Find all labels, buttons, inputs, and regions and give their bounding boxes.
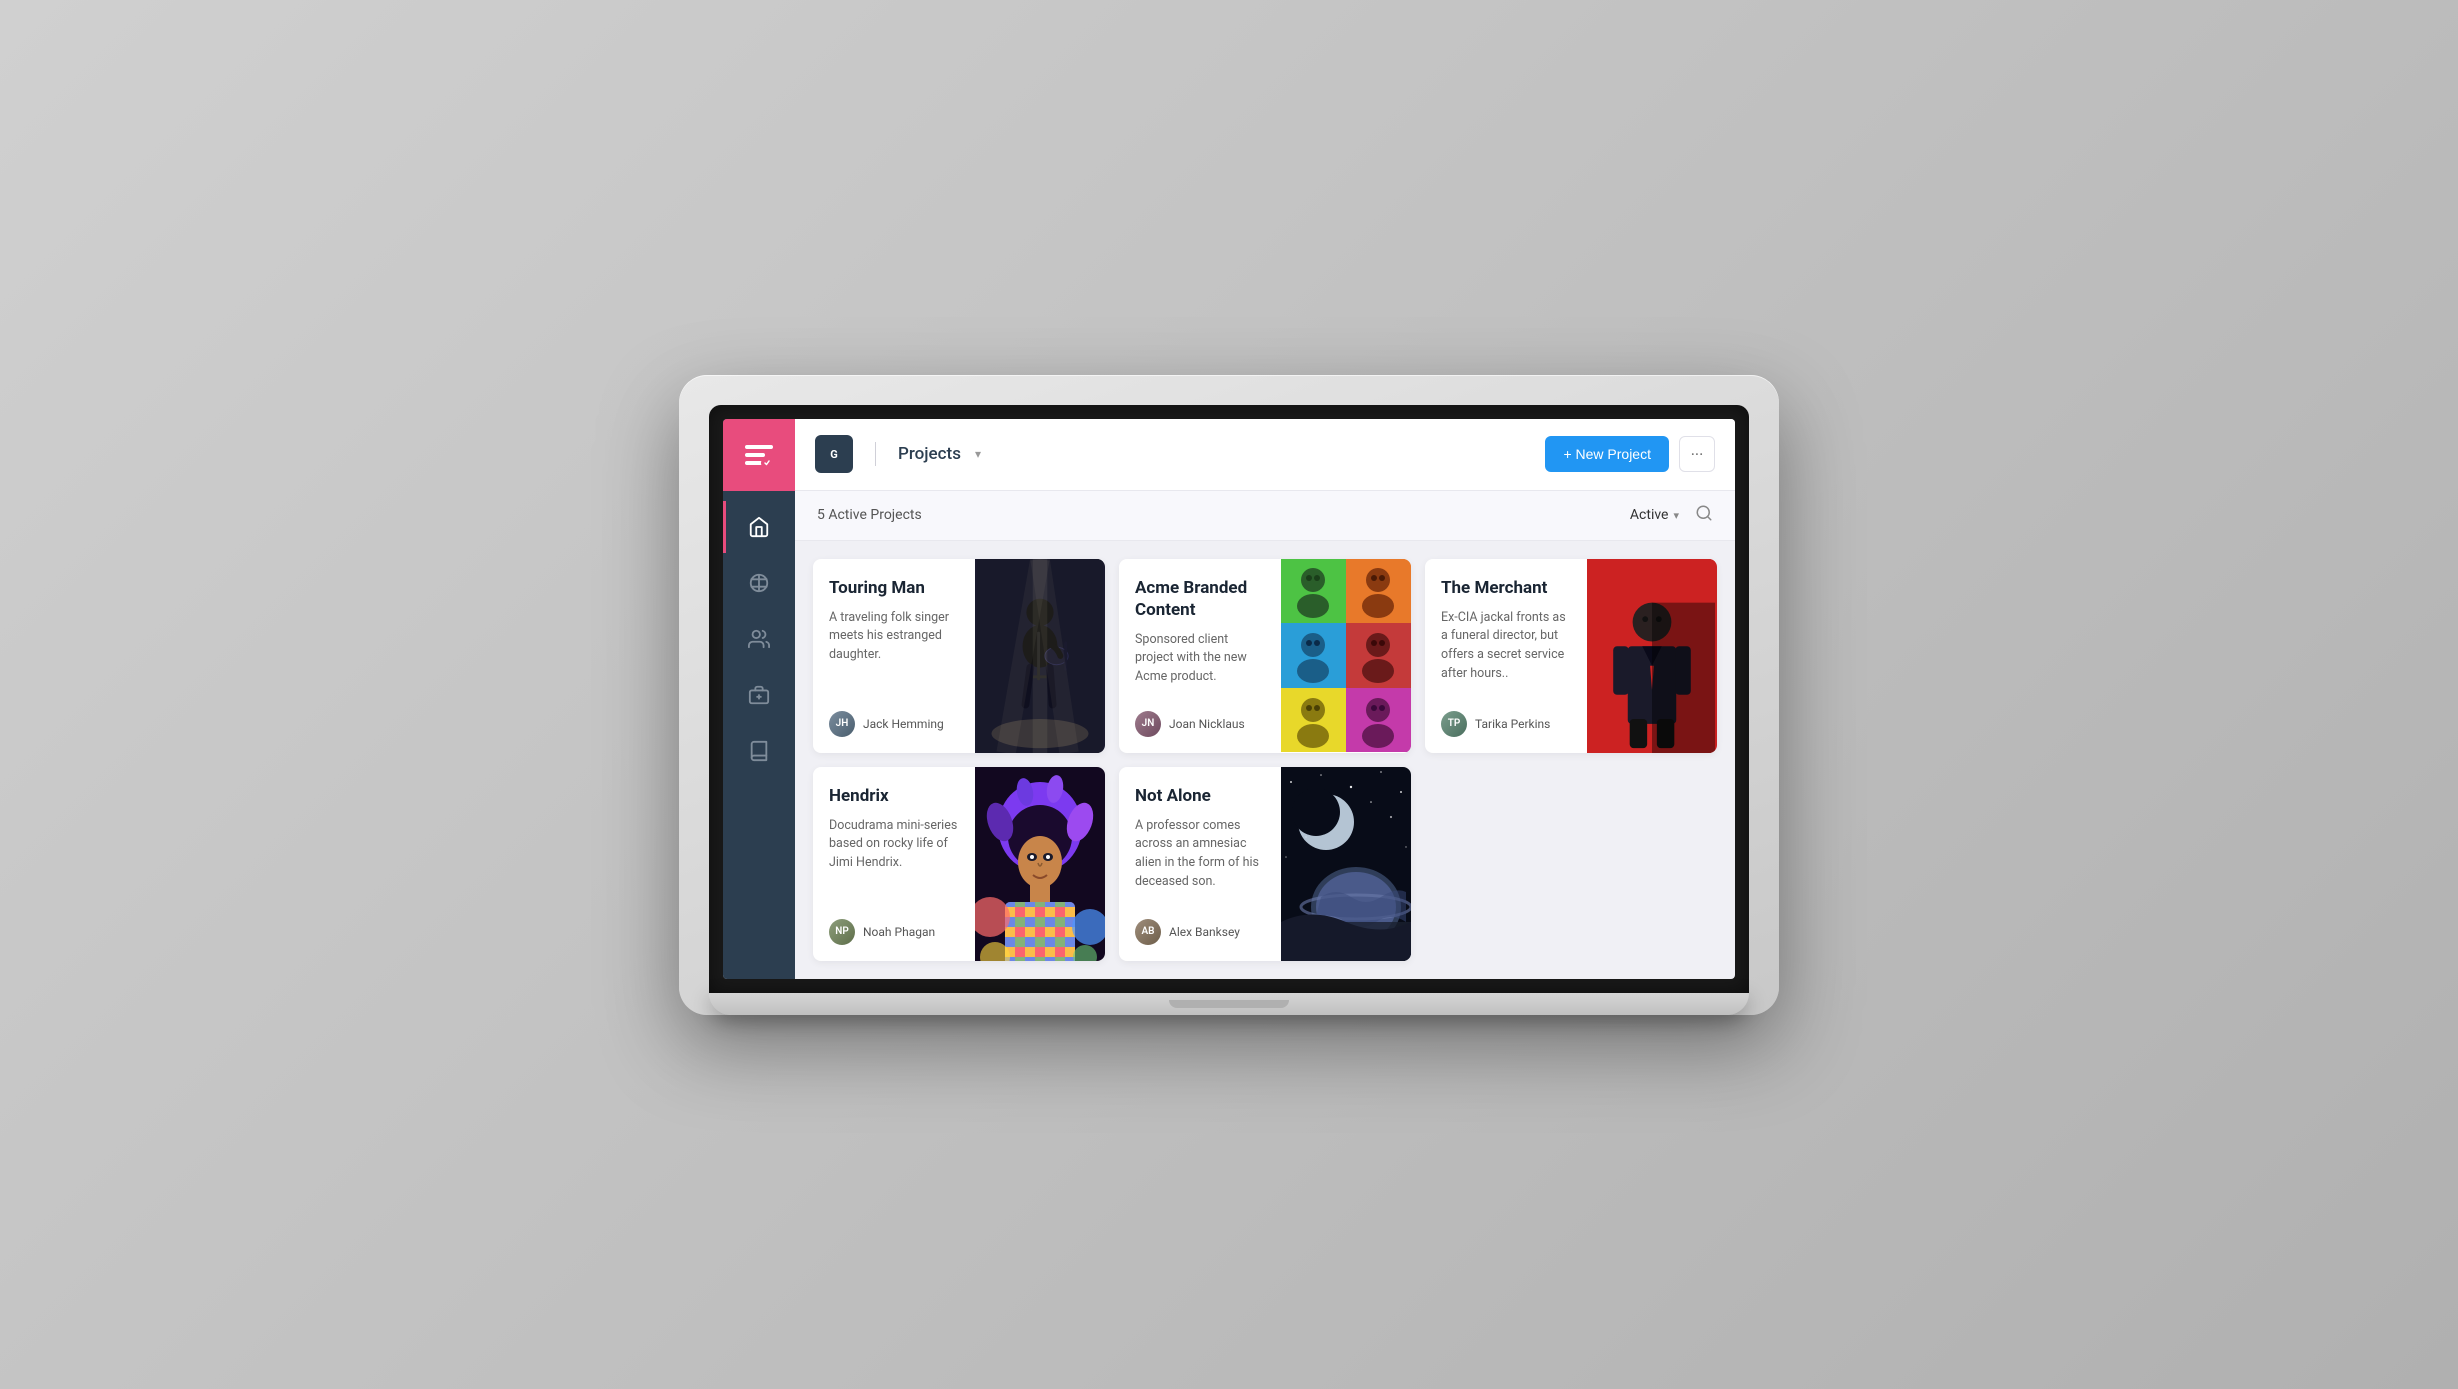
sidebar-item-users[interactable] <box>723 613 795 665</box>
status-filter[interactable]: Active ▾ <box>1630 507 1679 523</box>
project-card-info: Not Alone A professor comes across an am… <box>1119 767 1281 961</box>
project-author: JN Joan Nicklaus <box>1135 711 1265 737</box>
filter-chevron-icon: ▾ <box>1673 509 1679 522</box>
author-avatar: NP <box>829 919 855 945</box>
laptop-notch <box>1169 1000 1289 1008</box>
project-author: TP Tarika Perkins <box>1441 711 1571 737</box>
projects-grid: Touring Man A traveling folk singer meet… <box>795 541 1735 979</box>
filter-label: Active <box>1630 507 1669 523</box>
project-image-hendrix <box>975 767 1105 961</box>
project-card-acme[interactable]: Acme Branded Content Sponsored client pr… <box>1119 559 1411 753</box>
project-description: Docudrama mini-series based on rocky lif… <box>829 817 959 905</box>
header-separator <box>875 442 876 466</box>
project-card-info: Hendrix Docudrama mini-series based on r… <box>813 767 975 961</box>
project-image-acme <box>1281 559 1411 753</box>
subheader: 5 Active Projects Active ▾ <box>795 491 1735 541</box>
project-image-touring-man <box>975 559 1105 753</box>
sidebar-logo[interactable] <box>723 419 795 491</box>
sidebar-navigation <box>723 491 795 777</box>
sidebar-item-book[interactable] <box>723 725 795 777</box>
more-options-button[interactable]: ··· <box>1679 436 1715 472</box>
main-content: G Projects ▾ + New Project ··· 5 Active … <box>795 419 1735 979</box>
project-title: Touring Man <box>829 577 959 599</box>
project-author: JH Jack Hemming <box>829 711 959 737</box>
sidebar-item-vip[interactable] <box>723 669 795 721</box>
project-author: NP Noah Phagan <box>829 919 959 945</box>
author-avatar: TP <box>1441 711 1467 737</box>
search-button[interactable] <box>1695 504 1713 526</box>
project-card-info: The Merchant Ex-CIA jackal fronts as a f… <box>1425 559 1587 753</box>
author-name: Alex Banksey <box>1169 925 1240 939</box>
project-title: The Merchant <box>1441 577 1571 599</box>
project-author: AB Alex Banksey <box>1135 919 1265 945</box>
page-title: Projects <box>898 444 961 464</box>
brand-logo: G <box>815 435 853 473</box>
project-title: Not Alone <box>1135 785 1265 807</box>
project-image-merchant <box>1587 559 1717 753</box>
author-avatar: JN <box>1135 711 1161 737</box>
project-image-not-alone <box>1281 767 1411 961</box>
project-title: Acme Branded Content <box>1135 577 1265 621</box>
title-chevron-icon: ▾ <box>975 447 981 461</box>
projects-count-label: 5 Active Projects <box>817 507 922 523</box>
project-description: A traveling folk singer meets his estran… <box>829 609 959 697</box>
project-card-touring-man[interactable]: Touring Man A traveling folk singer meet… <box>813 559 1105 753</box>
project-card-info: Touring Man A traveling folk singer meet… <box>813 559 975 753</box>
project-description: Sponsored client project with the new Ac… <box>1135 631 1265 697</box>
header-brand: G Projects ▾ <box>815 435 981 473</box>
project-description: Ex-CIA jackal fronts as a funeral direct… <box>1441 609 1571 697</box>
project-title: Hendrix <box>829 785 959 807</box>
project-card-not-alone[interactable]: Not Alone A professor comes across an am… <box>1119 767 1411 961</box>
sidebar-item-grid[interactable] <box>723 557 795 609</box>
author-avatar: AB <box>1135 919 1161 945</box>
project-description: A professor comes across an amnesiac ali… <box>1135 817 1265 905</box>
new-project-button[interactable]: + New Project <box>1545 436 1669 472</box>
sidebar <box>723 419 795 979</box>
header: G Projects ▾ + New Project ··· <box>795 419 1735 491</box>
project-card-merchant[interactable]: The Merchant Ex-CIA jackal fronts as a f… <box>1425 559 1717 753</box>
author-name: Tarika Perkins <box>1475 717 1550 731</box>
author-name: Noah Phagan <box>863 925 935 939</box>
project-card-info: Acme Branded Content Sponsored client pr… <box>1119 559 1281 753</box>
sidebar-item-home[interactable] <box>723 501 795 553</box>
author-name: Jack Hemming <box>863 717 944 731</box>
project-card-hendrix[interactable]: Hendrix Docudrama mini-series based on r… <box>813 767 1105 961</box>
author-name: Joan Nicklaus <box>1169 717 1245 731</box>
author-avatar: JH <box>829 711 855 737</box>
